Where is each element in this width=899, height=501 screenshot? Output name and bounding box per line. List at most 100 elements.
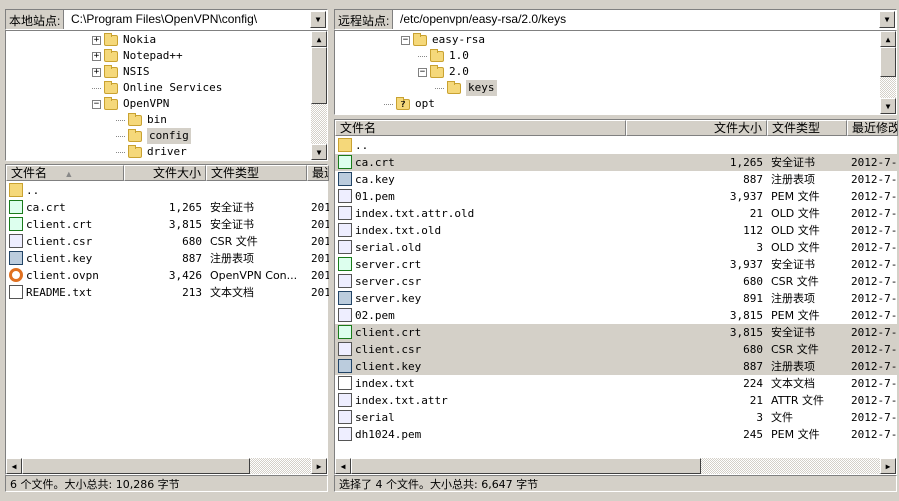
column-name[interactable]: 文件名 ▲ — [6, 165, 124, 181]
remote-path-dropdown[interactable]: ▼ — [879, 11, 895, 28]
key-file-icon — [9, 251, 23, 265]
local-hscrollbar[interactable]: ◀ ▶ — [6, 458, 327, 474]
file-name: 01.pem — [355, 190, 395, 203]
scroll-right-button[interactable]: ▶ — [311, 458, 327, 474]
file-name: index.txt.attr — [355, 394, 448, 407]
tree-item[interactable]: − OpenVPN — [92, 96, 169, 112]
scroll-thumb[interactable] — [22, 458, 250, 474]
file-name: README.txt — [26, 286, 93, 299]
file-row[interactable]: ca.crt 1,265 安全证书 201 — [6, 199, 329, 216]
file-name-cell: .. — [335, 137, 626, 154]
file-name: client.crt — [26, 218, 93, 231]
file-row[interactable]: server.csr 680 CSR 文件 2012-7- — [335, 273, 898, 290]
file-row[interactable]: client.csr 680 CSR 文件 2012-7- — [335, 341, 898, 358]
file-name: serial — [355, 411, 395, 424]
tree-item[interactable]: + Notepad++ — [92, 48, 183, 64]
file-row[interactable]: ca.key 887 注册表项 2012-7- — [335, 171, 898, 188]
local-path-input[interactable]: C:\Program Files\OpenVPN\config\ — [68, 10, 308, 29]
expand-icon[interactable]: + — [92, 51, 101, 61]
file-row[interactable]: index.txt.attr.old 21 OLD 文件 2012-7- — [335, 205, 898, 222]
folder-icon — [430, 48, 444, 62]
expand-icon[interactable]: + — [92, 67, 101, 77]
column-name[interactable]: 文件名 — [335, 120, 626, 136]
file-row[interactable]: index.txt.attr 21 ATTR 文件 2012-7- — [335, 392, 898, 409]
file-row[interactable]: ca.crt 1,265 安全证书 2012-7- — [335, 154, 898, 171]
file-row[interactable]: client.key 887 注册表项 2012-7- — [335, 358, 898, 375]
file-row[interactable]: dh1024.pem 245 PEM 文件 2012-7- — [335, 426, 898, 443]
file-row[interactable]: client.csr 680 CSR 文件 201 — [6, 233, 329, 250]
file-date: 2012-7- — [851, 428, 898, 441]
folder-file-icon — [9, 183, 23, 197]
tree-item[interactable]: 1.0 — [418, 48, 469, 64]
column-date[interactable]: 最近 — [307, 165, 329, 181]
tree-item[interactable]: keys — [435, 80, 497, 96]
column-type[interactable]: 文件类型 — [767, 120, 847, 136]
file-name-cell: serial.old — [335, 239, 626, 256]
scroll-down-button[interactable]: ▼ — [311, 144, 327, 160]
file-row[interactable]: client.key 887 注册表项 201 — [6, 250, 329, 267]
tree-item[interactable]: driver — [116, 144, 187, 160]
file-row[interactable]: serial.old 3 OLD 文件 2012-7- — [335, 239, 898, 256]
file-row[interactable]: index.txt 224 文本文档 2012-7- — [335, 375, 898, 392]
tree-item[interactable]: ? opt — [384, 96, 435, 112]
file-row[interactable]: .. — [6, 182, 329, 199]
tree-item[interactable]: − 2.0 — [418, 64, 469, 80]
file-row[interactable]: 02.pem 3,815 PEM 文件 2012-7- — [335, 307, 898, 324]
scroll-thumb[interactable] — [351, 458, 701, 474]
file-name: client.key — [355, 360, 422, 373]
file-name-cell: server.csr — [335, 273, 626, 290]
file-row[interactable]: serial 3 文件 2012-7- — [335, 409, 898, 426]
gen-file-icon — [338, 308, 352, 322]
scroll-up-button[interactable]: ▲ — [311, 31, 327, 47]
unknown-folder-icon: ? — [396, 96, 410, 110]
file-type: OLD 文件 — [771, 241, 820, 254]
tree-item[interactable]: Online Services — [92, 80, 222, 96]
file-size — [626, 137, 767, 154]
folder-icon — [447, 80, 461, 94]
file-size: 891 — [743, 292, 763, 305]
file-name-cell: index.txt.attr.old — [335, 205, 626, 222]
file-row[interactable]: server.key 891 注册表项 2012-7- — [335, 290, 898, 307]
file-size: 224 — [743, 377, 763, 390]
tree-item[interactable]: config — [116, 128, 191, 144]
file-row[interactable]: client.crt 3,815 安全证书 2012-7- — [335, 324, 898, 341]
file-row[interactable]: client.ovpn 3,426 OpenVPN Con... 201 — [6, 267, 329, 284]
local-path-dropdown[interactable]: ▼ — [310, 11, 326, 28]
file-row[interactable]: client.crt 3,815 安全证书 201 — [6, 216, 329, 233]
tree-item[interactable]: − easy-rsa — [401, 32, 485, 48]
remote-path-input[interactable]: /etc/openvpn/easy-rsa/2.0/keys — [397, 10, 877, 29]
file-name: server.crt — [355, 258, 422, 271]
scroll-up-button[interactable]: ▲ — [880, 31, 896, 47]
file-type: 文本文档 — [210, 286, 254, 299]
sort-ascending-icon: ▲ — [64, 169, 74, 179]
file-row[interactable]: 01.pem 3,937 PEM 文件 2012-7- — [335, 188, 898, 205]
column-size[interactable]: 文件大小 — [626, 120, 767, 136]
file-name-cell: client.crt — [335, 324, 626, 341]
tree-item[interactable]: + NSIS — [92, 64, 150, 80]
file-row[interactable]: .. — [335, 137, 898, 154]
tree-item-label: NSIS — [123, 65, 150, 78]
scroll-right-button[interactable]: ▶ — [880, 458, 896, 474]
file-date: 2012-7- — [851, 309, 898, 322]
expand-icon[interactable]: + — [92, 35, 101, 45]
collapse-icon[interactable]: − — [92, 99, 101, 109]
file-row[interactable]: README.txt 213 文本文档 201 — [6, 284, 329, 301]
tree-item[interactable]: bin — [116, 112, 167, 128]
column-size[interactable]: 文件大小 — [124, 165, 206, 181]
scroll-down-button[interactable]: ▼ — [880, 98, 896, 114]
remote-list-header: 文件名 文件大小 文件类型 最近修改 — [335, 120, 898, 136]
column-type[interactable]: 文件类型 — [206, 165, 307, 181]
file-date: 2012-7- — [851, 292, 898, 305]
scroll-thumb[interactable] — [311, 47, 327, 104]
scroll-left-button[interactable]: ◀ — [6, 458, 22, 474]
collapse-icon[interactable]: − — [418, 67, 427, 77]
scroll-thumb[interactable] — [880, 47, 896, 77]
remote-hscrollbar[interactable]: ◀ ▶ — [335, 458, 896, 474]
file-name-cell: serial — [335, 409, 626, 426]
scroll-left-button[interactable]: ◀ — [335, 458, 351, 474]
column-date[interactable]: 最近修改 — [847, 120, 898, 136]
collapse-icon[interactable]: − — [401, 35, 410, 45]
file-row[interactable]: index.txt.old 112 OLD 文件 2012-7- — [335, 222, 898, 239]
file-row[interactable]: server.crt 3,937 安全证书 2012-7- — [335, 256, 898, 273]
tree-item[interactable]: + Nokia — [92, 32, 156, 48]
